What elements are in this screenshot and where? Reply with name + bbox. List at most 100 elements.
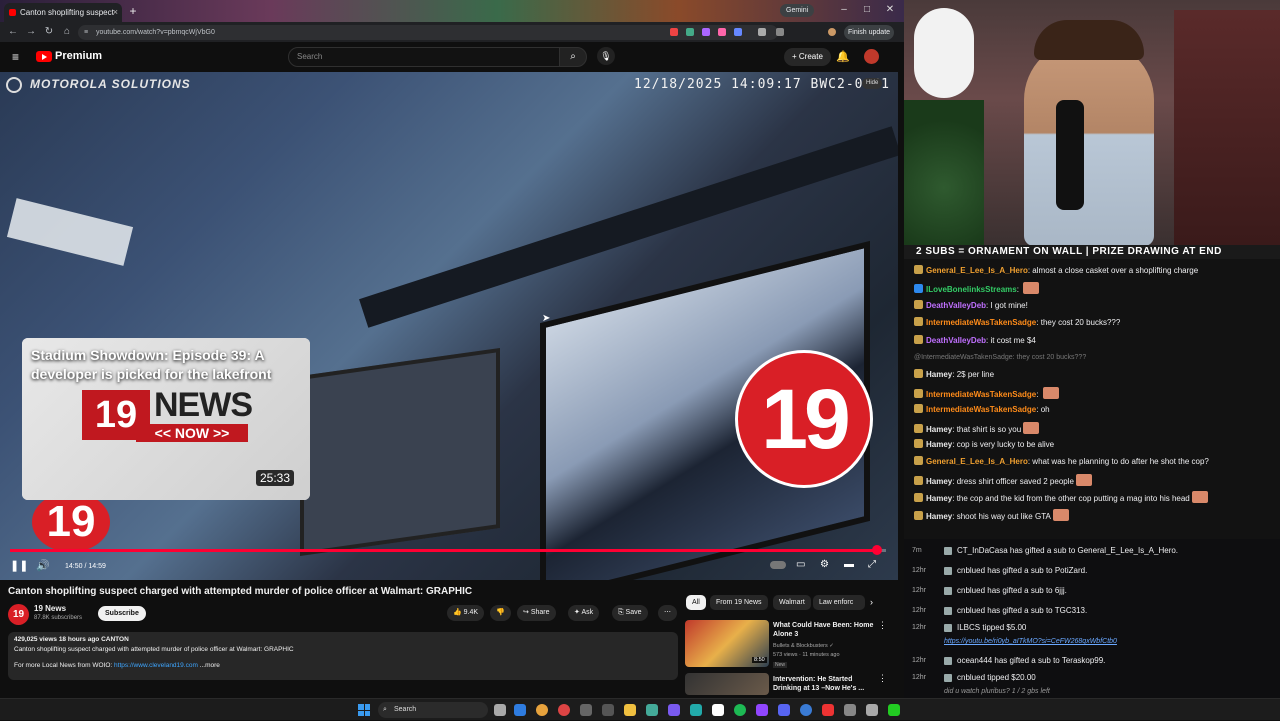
app-icon[interactable] xyxy=(668,704,680,716)
app-icon[interactable] xyxy=(844,704,856,716)
menu-icon[interactable]: ≡ xyxy=(12,51,24,63)
related-channel[interactable]: Bullets & Blockbusters ✓ xyxy=(773,643,883,650)
profile-avatar[interactable] xyxy=(828,28,836,36)
chat-username[interactable]: General_E_Lee_Is_A_Hero xyxy=(926,457,1028,466)
twitch-icon[interactable] xyxy=(756,704,768,716)
autoplay-toggle[interactable] xyxy=(770,561,786,569)
chat-username[interactable]: ILoveBonelinksStreams xyxy=(926,285,1017,294)
event-link[interactable]: https://youtu.be/ri0yb_aITkMO?si=CeFW268… xyxy=(944,635,1117,649)
description-link[interactable]: https://www.cleveland19.com xyxy=(114,662,198,669)
app-icon[interactable] xyxy=(888,704,900,716)
extension-icon[interactable] xyxy=(702,28,710,36)
captions-icon[interactable]: ▭ xyxy=(796,559,805,570)
file-explorer-icon[interactable] xyxy=(624,704,636,716)
chevron-right-icon[interactable]: › xyxy=(870,597,873,607)
chip-walmart[interactable]: Walmart xyxy=(773,595,811,610)
app-icon[interactable] xyxy=(646,704,658,716)
chrome-icon[interactable] xyxy=(536,704,548,716)
extension-icon[interactable] xyxy=(686,28,694,36)
chat-username[interactable]: Hamey xyxy=(926,440,952,449)
channel-avatar[interactable]: 19 xyxy=(8,604,29,625)
new-tab-button[interactable]: + xyxy=(126,3,140,19)
chat-username[interactable]: Hamey xyxy=(926,370,952,379)
save-button[interactable]: ⎘ Save xyxy=(612,605,648,621)
extension-icon[interactable] xyxy=(734,28,742,36)
app-icon[interactable] xyxy=(602,704,614,716)
channel-watermark-logo[interactable]: 19 xyxy=(735,350,873,488)
chip-from-19-news[interactable]: From 19 News xyxy=(710,595,768,610)
ask-button[interactable]: ✦ Ask xyxy=(568,605,600,621)
volume-icon[interactable]: 🔊 xyxy=(36,559,50,572)
notifications-bell-icon[interactable]: 🔔 xyxy=(836,50,850,63)
progress-scrubber[interactable] xyxy=(872,545,883,555)
create-button[interactable]: + Create xyxy=(784,48,831,66)
youtube-logo-icon[interactable] xyxy=(36,51,52,62)
chat-username[interactable]: DeathValleyDeb xyxy=(926,301,986,310)
close-window-button[interactable]: ✕ xyxy=(880,3,900,17)
chrome-alt-icon[interactable] xyxy=(558,704,570,716)
maximize-button[interactable]: □ xyxy=(857,3,877,17)
chat-username[interactable]: Hamey xyxy=(926,477,952,486)
share-button[interactable]: ↪ Share xyxy=(517,605,556,621)
spotify-icon[interactable] xyxy=(734,704,746,716)
more-actions-button[interactable]: ⋯ xyxy=(658,605,677,621)
description-more[interactable]: ...more xyxy=(198,662,220,669)
search-input[interactable]: Search xyxy=(288,47,560,67)
video-player[interactable]: MOTOROLA SOLUTIONS 12/18/2025 14:09:17 B… xyxy=(0,72,898,580)
reload-icon[interactable]: ↻ xyxy=(42,25,56,39)
extension-icon[interactable] xyxy=(670,28,678,36)
sidebar-icon[interactable] xyxy=(776,28,784,36)
extensions-puzzle-icon[interactable] xyxy=(758,28,766,36)
chip-law-enforcement[interactable]: Law enforc xyxy=(813,595,865,610)
discord-icon[interactable] xyxy=(778,704,790,716)
subscribe-button[interactable]: Subscribe xyxy=(98,606,146,621)
like-button[interactable]: 👍 9.4K xyxy=(447,605,485,621)
windows-start-icon[interactable] xyxy=(358,704,370,716)
app-icon[interactable] xyxy=(800,704,812,716)
app-icon[interactable] xyxy=(690,704,702,716)
theater-mode-icon[interactable]: ▬ xyxy=(844,559,854,570)
endscreen-video-card[interactable]: Stadium Showdown: Episode 39: A develope… xyxy=(22,338,310,500)
gemini-button[interactable]: Gemini xyxy=(780,4,815,17)
pause-icon[interactable]: ❚❚ xyxy=(10,559,28,572)
chat-username[interactable]: IntermediateWasTakenSadge xyxy=(926,390,1036,399)
settings-gear-icon[interactable]: ⚙ xyxy=(820,559,829,570)
related-title[interactable]: Intervention: He Started Drinking at 13 … xyxy=(773,675,881,693)
youtube-premium-label[interactable]: Premium xyxy=(55,50,102,62)
description-box[interactable]: 429,025 views 18 hours ago CANTON Canton… xyxy=(8,632,678,680)
chat-username[interactable]: Hamey xyxy=(926,425,952,434)
taskbar-search[interactable]: ⌕ Search xyxy=(378,702,488,718)
app-icon[interactable] xyxy=(822,704,834,716)
chat-username[interactable]: Hamey xyxy=(926,494,952,503)
related-more-icon[interactable]: ⋮ xyxy=(878,673,887,684)
extension-icon[interactable] xyxy=(718,28,726,36)
forward-icon[interactable]: → xyxy=(24,25,38,39)
channel-name[interactable]: 19 News xyxy=(34,604,66,613)
hide-button[interactable]: Hide xyxy=(862,78,883,89)
chat-username[interactable]: DeathValleyDeb xyxy=(926,336,986,345)
chat-username[interactable]: IntermediateWasTakenSadge xyxy=(926,318,1036,327)
finish-update-button[interactable]: Finish update xyxy=(844,25,895,40)
related-title[interactable]: What Could Have Been: Home Alone 3 xyxy=(773,621,881,639)
chat-username[interactable]: Hamey xyxy=(926,512,952,521)
chip-all[interactable]: All xyxy=(686,595,706,610)
microphone-icon[interactable]: 🎙 xyxy=(597,47,615,65)
minimize-button[interactable]: – xyxy=(834,3,854,17)
back-icon[interactable]: ← xyxy=(6,25,20,39)
dislike-button[interactable]: 👎 xyxy=(490,605,511,621)
tab-youtube[interactable]: Canton shoplifting suspect × xyxy=(4,3,122,22)
chat-username[interactable]: IntermediateWasTakenSadge xyxy=(926,405,1036,414)
app-icon[interactable] xyxy=(866,704,878,716)
fullscreen-icon[interactable]: ⤢ xyxy=(868,559,876,570)
app-icon[interactable] xyxy=(580,704,592,716)
related-thumbnail[interactable] xyxy=(685,673,769,695)
tab-close-icon[interactable]: × xyxy=(113,3,118,22)
home-icon[interactable]: ⌂ xyxy=(60,25,74,39)
chat-username[interactable]: General_E_Lee_Is_A_Hero xyxy=(926,266,1028,275)
task-view-icon[interactable] xyxy=(494,704,506,716)
app-icon[interactable] xyxy=(712,704,724,716)
related-more-icon[interactable]: ⋮ xyxy=(878,620,887,631)
search-icon[interactable]: ⌕ xyxy=(559,47,587,67)
edge-icon[interactable] xyxy=(514,704,526,716)
account-avatar[interactable] xyxy=(864,49,879,64)
